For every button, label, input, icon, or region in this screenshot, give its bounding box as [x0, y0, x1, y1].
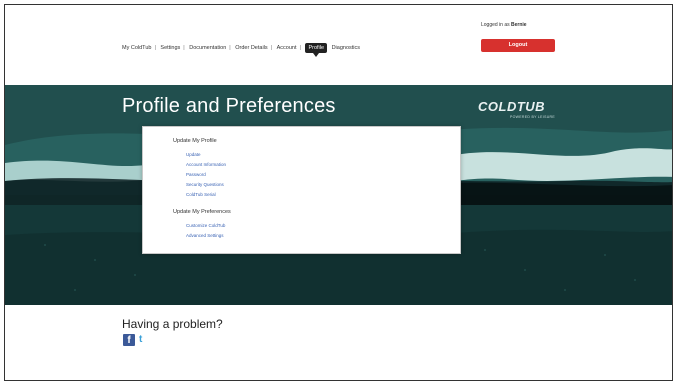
coldtub-logo: COLDTUB: [478, 99, 546, 114]
profile-link-account-information[interactable]: Account Information: [186, 162, 226, 167]
nav-separator: |: [229, 45, 231, 51]
nav-separator: |: [154, 45, 156, 51]
profile-link-coldtub-serial[interactable]: ColdTub Serial: [186, 192, 216, 197]
having-problem-heading: Having a problem?: [122, 317, 223, 331]
logged-in-username[interactable]: Bernie: [511, 22, 527, 28]
prefs-link-customize[interactable]: Customize ColdTub: [186, 223, 225, 228]
page-title: Profile and Preferences: [122, 95, 336, 117]
profile-panel: Update My Profile Update Account Informa…: [142, 126, 461, 254]
profile-link-security-questions[interactable]: Security Questions: [186, 182, 224, 187]
top-header: My ColdTub | Settings | Documentation | Ord…: [5, 5, 672, 85]
profile-link-password[interactable]: Password: [186, 172, 206, 177]
nav-separator: |: [270, 45, 273, 51]
nav-order-details[interactable]: Order Details: [235, 45, 267, 51]
nav-my-coldtub[interactable]: My ColdTub: [122, 45, 151, 51]
facebook-icon[interactable]: f: [123, 334, 135, 346]
nav-profile-active[interactable]: Profile: [305, 43, 328, 57]
logged-in-status: Logged in as Bernie: [481, 22, 527, 28]
profile-link-update[interactable]: Update: [186, 152, 201, 157]
prefs-link-advanced[interactable]: Advanced Settings: [186, 233, 224, 238]
nav-documentation[interactable]: Documentation: [189, 45, 226, 51]
twitter-icon[interactable]: t: [139, 335, 142, 345]
page-frame: My ColdTub | Settings | Documentation | Ord…: [4, 4, 673, 381]
nav-separator: |: [299, 45, 301, 51]
nav-settings[interactable]: Settings: [160, 45, 180, 51]
main-nav: My ColdTub | Settings | Documentation | Ord…: [122, 43, 363, 57]
logout-button[interactable]: Logout: [481, 39, 555, 52]
nav-separator: |: [183, 45, 185, 51]
profile-section-heading: Update My Profile: [173, 138, 217, 144]
nav-diagnostics[interactable]: Diagnostics: [332, 45, 360, 51]
logo-tagline: POWERED BY LEISURE: [510, 115, 556, 119]
preferences-section-heading: Update My Preferences: [173, 209, 231, 215]
nav-account[interactable]: Account: [277, 45, 297, 51]
logged-in-prefix: Logged in as: [481, 22, 510, 28]
